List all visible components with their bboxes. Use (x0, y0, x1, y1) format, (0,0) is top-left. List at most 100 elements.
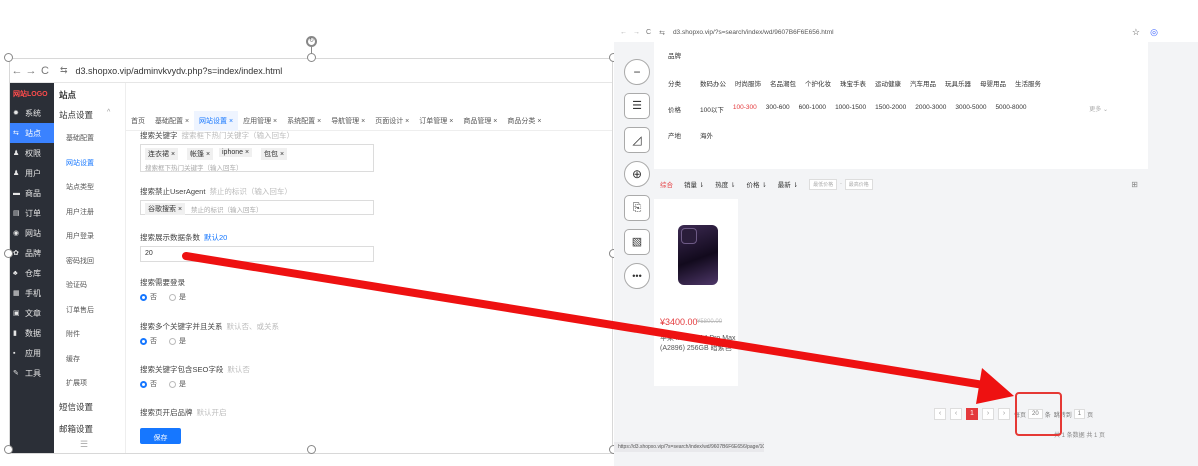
tab-page-design[interactable]: 页面设计 × (370, 116, 414, 126)
jump-page-input[interactable]: 1 (1073, 409, 1086, 419)
radio-no[interactable] (140, 380, 147, 388)
menu2-item-user-register[interactable]: 用户注册 (54, 199, 125, 224)
tab-site-settings[interactable]: 网站设置 × (194, 110, 239, 131)
sidebar-item-permission[interactable]: ♟ 权限 (10, 143, 54, 163)
sidebar-item-tools[interactable]: ✎ 工具 (10, 363, 54, 383)
rotate-handle-icon[interactable]: ↻ (306, 36, 317, 47)
align-icon[interactable]: ☰ (624, 93, 650, 119)
sidebar-item-site[interactable]: ⇆ 站点 (10, 123, 54, 143)
min-price-input[interactable]: 最低价格 (809, 178, 838, 190)
reload-icon[interactable]: C (38, 65, 52, 77)
category-item[interactable]: 运动健康 (875, 78, 901, 88)
keyword-tag[interactable]: 包包 × (261, 148, 288, 160)
minus-icon[interactable]: − (624, 59, 650, 85)
origin-item[interactable]: 海外 (700, 130, 713, 140)
useragent-tag[interactable]: 谷歌搜索 × (145, 203, 186, 215)
sidebar-item-system[interactable]: ✹ 系统 (10, 103, 54, 123)
tab-system-config[interactable]: 系统配置 × (282, 116, 326, 126)
category-item[interactable]: 母婴用品 (980, 78, 1006, 88)
sidebar-item-data[interactable]: ▮ 数据 (10, 323, 54, 343)
category-item[interactable]: 数码办公 (700, 78, 726, 88)
prev-page-button[interactable]: ‹ (950, 408, 962, 420)
menu2-item-attachment[interactable]: 附件 (54, 321, 125, 346)
admin-url[interactable]: d3.shopxo.vip/adminvkvydv.php?s=index/in… (76, 66, 283, 76)
resize-handle[interactable] (4, 445, 13, 454)
back-icon[interactable]: ← (10, 65, 24, 77)
menu2-item-basic-config[interactable]: 基础配置 (54, 125, 125, 150)
tab-nav-manage[interactable]: 导航管理 × (326, 116, 370, 126)
sidebar-item-apps[interactable]: ▪ 应用 (10, 343, 54, 363)
price-item[interactable]: 1500-2000 (875, 104, 906, 114)
next-page-button[interactable]: › (982, 408, 994, 420)
back-icon[interactable]: ← (620, 29, 627, 36)
useragent-tag-input[interactable]: 谷歌搜索 × 禁止的标识（输入回车） (140, 200, 374, 215)
max-price-input[interactable]: 最高价格 (844, 178, 873, 190)
category-item[interactable]: 玩具乐器 (945, 78, 971, 88)
crop-icon[interactable]: ◿ (624, 127, 650, 153)
tab-basic-config[interactable]: 基础配置 × (150, 116, 194, 126)
tab-goods-manage[interactable]: 商品管理 × (458, 116, 502, 126)
menu2-item-extension[interactable]: 扩展项 (54, 370, 125, 395)
category-item[interactable]: 珠宝手表 (840, 78, 866, 88)
product-card[interactable]: ¥3400.00 ¥5800.00 苹果 iPhone 14 Pro Max (… (654, 199, 738, 386)
sidebar-item-brand[interactable]: ✿ 品牌 (10, 243, 54, 263)
category-item[interactable]: 生活服务 (1015, 78, 1041, 88)
more-icon[interactable]: ••• (624, 263, 650, 289)
menu2-item-site-settings[interactable]: 网站设置 (54, 150, 125, 175)
keyword-tag[interactable]: 帐篷 × (187, 148, 214, 160)
product-title[interactable]: 苹果 iPhone 14 Pro Max (A2896) 256GB 暗紫色 (660, 334, 744, 354)
menu2-group-sms[interactable]: 短信设置 (54, 395, 125, 417)
menu2-item-cache[interactable]: 缓存 (54, 346, 125, 371)
menu2-group-site-settings[interactable]: 站点设置 ^ (54, 103, 125, 125)
price-item[interactable]: 5000-8000 (995, 104, 1026, 114)
menu2-item-captcha[interactable]: 验证码 (54, 272, 125, 297)
radio-no[interactable] (140, 337, 147, 345)
keyword-tag-input[interactable]: 连衣裙 × 帐篷 × iphone × 包包 × 搜索框下热门关键字（输入回车） (140, 144, 374, 172)
menu2-item-after-sales[interactable]: 订单售后 (54, 297, 125, 322)
sort-sales[interactable]: 销量 ⇂ (684, 179, 704, 189)
menu-collapse-icon[interactable]: ☰ (54, 439, 125, 450)
page-button-current[interactable]: 1 (966, 408, 978, 420)
price-item[interactable]: 2000-3000 (915, 104, 946, 114)
count-input[interactable]: 20 (140, 246, 374, 262)
grid-view-icon[interactable]: ⊞ (1131, 180, 1138, 189)
sidebar-item-article[interactable]: ▣ 文章 (10, 303, 54, 323)
sidebar-item-users[interactable]: ♟ 用户 (10, 163, 54, 183)
sort-new[interactable]: 最新 ⇂ (778, 179, 798, 189)
sidebar-item-warehouse[interactable]: ♣ 仓库 (10, 263, 54, 283)
price-item[interactable]: 100以下 (700, 104, 724, 114)
category-item[interactable]: 名品潮包 (770, 78, 796, 88)
site-settings-icon[interactable]: ⇆ (60, 65, 68, 76)
price-item[interactable]: 100-300 (733, 104, 757, 114)
reload-icon[interactable]: C (646, 29, 651, 36)
last-page-button[interactable]: › (998, 408, 1010, 420)
site-settings-icon[interactable]: ⇆ (659, 29, 665, 37)
resize-handle[interactable] (4, 53, 13, 62)
radio-no[interactable] (140, 293, 147, 301)
menu2-item-site-type[interactable]: 站点类型 (54, 174, 125, 199)
sidebar-item-mobile[interactable]: ▦ 手机 (10, 283, 54, 303)
storefront-url[interactable]: d3.shopxo.vip/?s=search/index/wd/9607B6F… (673, 29, 834, 36)
radio-yes[interactable] (169, 293, 176, 301)
zoom-in-icon[interactable]: ⊕ (624, 161, 650, 187)
category-item[interactable]: 汽车用品 (910, 78, 936, 88)
sidebar-item-goods[interactable]: ▬ 商品 (10, 183, 54, 203)
price-item[interactable]: 3000-5000 (955, 104, 986, 114)
menu2-group-email[interactable]: 邮箱设置 (54, 417, 125, 439)
tab-home[interactable]: 首页 (126, 116, 150, 126)
tab-goods-category[interactable]: 商品分类 × (502, 116, 546, 126)
sidebar-item-orders[interactable]: ▤ 订单 (10, 203, 54, 223)
rotate-icon[interactable]: ⎘ (624, 195, 650, 221)
price-item[interactable]: 300-600 (766, 104, 790, 114)
menu2-item-user-login[interactable]: 用户登录 (54, 223, 125, 248)
sidebar-item-website[interactable]: ◉ 网站 (10, 223, 54, 243)
sort-default[interactable]: 综合 (660, 179, 673, 189)
profile-icon[interactable]: ◎ (1150, 27, 1158, 38)
price-item[interactable]: 1000-1500 (835, 104, 866, 114)
tab-order-manage[interactable]: 订单管理 × (414, 116, 458, 126)
resize-handle[interactable] (307, 53, 316, 62)
image-icon[interactable]: ▧ (624, 229, 650, 255)
resize-handle[interactable] (307, 445, 316, 454)
more-filters-link[interactable]: 更多 ⌄ (1089, 104, 1108, 113)
price-item[interactable]: 600-1000 (799, 104, 826, 114)
